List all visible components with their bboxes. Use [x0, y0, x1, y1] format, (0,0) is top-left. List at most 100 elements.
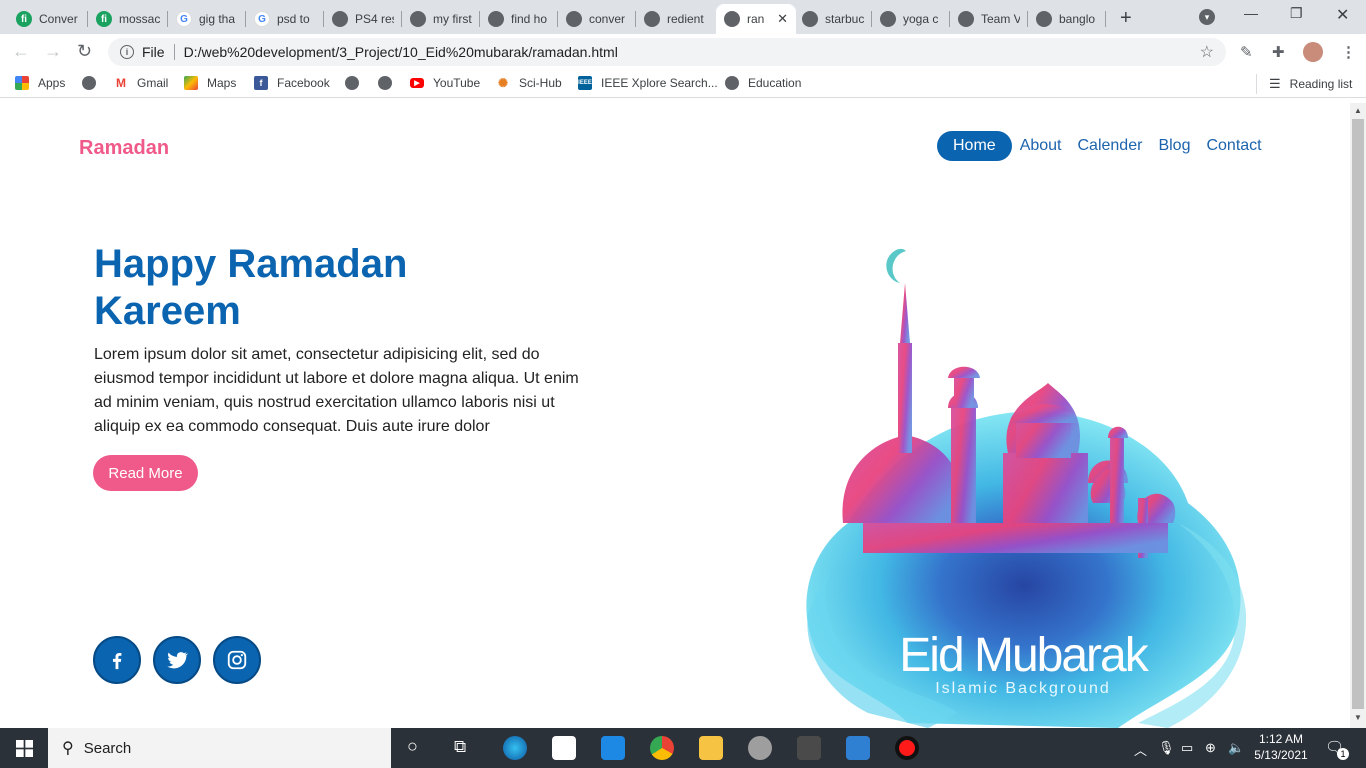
hero-title: Happy Ramadan Kareem: [94, 241, 514, 335]
bookmark-label: Facebook: [277, 76, 330, 90]
bookmark-globe[interactable]: [82, 76, 105, 90]
reading-list-button[interactable]: ☰ Reading list: [1256, 74, 1352, 94]
clock-date: 5/13/2021: [1254, 748, 1308, 762]
minimize-icon[interactable]: —: [1244, 5, 1258, 21]
back-arrow-icon[interactable]: ←: [12, 41, 30, 62]
facebook-icon: [112, 652, 122, 670]
store-icon[interactable]: [552, 736, 576, 760]
nav-blog[interactable]: Blog: [1150, 131, 1198, 161]
bookmarks-bar: Apps M Gmail Maps f Facebook ▶ YouTube ✺…: [0, 70, 1366, 98]
tab-title: my first: [433, 12, 472, 26]
tab-search-icon[interactable]: ▾: [1199, 9, 1215, 25]
battery-icon[interactable]: ▭: [1181, 740, 1193, 756]
brand-logo[interactable]: Ramadan: [79, 137, 169, 160]
nav-home[interactable]: Home: [937, 131, 1012, 161]
info-icon[interactable]: i: [120, 45, 134, 59]
tab-title: Conver: [39, 12, 78, 26]
taskbar-search-box[interactable]: ⚲ Search: [48, 728, 391, 768]
bookmark-ieee[interactable]: IEEE IEEE Xplore Search...: [578, 76, 718, 90]
close-tab-icon[interactable]: ✕: [777, 11, 788, 27]
page-viewport: Ramadan Home About Calender Blog Contact…: [0, 103, 1350, 728]
browser-tab[interactable]: fi mossac: [88, 4, 168, 34]
new-tab-button[interactable]: +: [1120, 7, 1132, 30]
browser-tab[interactable]: conver: [558, 4, 636, 34]
maps-icon: [184, 76, 198, 90]
task-view-icon[interactable]: ⧉: [454, 737, 466, 757]
browser-tab[interactable]: find ho: [480, 4, 558, 34]
microphone-icon[interactable]: 🎙: [1158, 740, 1175, 756]
network-icon[interactable]: ⊕: [1205, 740, 1216, 756]
tab-title: banglo: [1059, 12, 1096, 26]
bookmark-globe[interactable]: [378, 76, 401, 90]
bookmark-facebook[interactable]: f Facebook: [254, 76, 330, 90]
browser-tab[interactable]: my first: [402, 4, 480, 34]
instagram-social-button[interactable]: [213, 636, 261, 684]
bookmark-label: YouTube: [433, 76, 481, 90]
taskbar-search-label: Search: [83, 739, 132, 757]
browser-tab[interactable]: PS4 res: [324, 4, 402, 34]
browser-tab[interactable]: G gig tha: [168, 4, 246, 34]
sublime-text-icon[interactable]: [797, 736, 821, 760]
restore-icon[interactable]: ❐: [1290, 5, 1303, 22]
browser-tab[interactable]: G psd to: [246, 4, 324, 34]
system-clock[interactable]: 1:12 AM 5/13/2021: [1250, 731, 1312, 763]
youtube-icon: ▶: [410, 78, 424, 88]
globe-icon: [566, 11, 582, 27]
tab-title: Team V: [981, 12, 1020, 26]
page-scrollbar[interactable]: ▲ ▼: [1350, 103, 1366, 728]
cortana-icon[interactable]: ○: [407, 736, 418, 757]
file-explorer-icon[interactable]: [699, 736, 723, 760]
browser-tab[interactable]: fi Conver: [8, 4, 88, 34]
browser-tab[interactable]: Team V: [950, 4, 1028, 34]
gmail-icon: M: [114, 76, 128, 90]
bookmark-education[interactable]: Education: [725, 76, 801, 90]
profile-avatar[interactable]: [1303, 42, 1323, 62]
menu-kebab-icon[interactable]: ⋮: [1341, 43, 1356, 61]
browser-tab-active[interactable]: ran ✕: [716, 4, 796, 34]
browser-tab[interactable]: starbuc: [794, 4, 872, 34]
scrollbar-thumb[interactable]: [1352, 119, 1364, 709]
bookmark-gmail[interactable]: M Gmail: [114, 76, 168, 90]
edge-browser-icon[interactable]: [503, 736, 527, 760]
hero-title-line: Kareem: [94, 289, 241, 333]
bookmark-star-icon[interactable]: ☆: [1200, 42, 1214, 62]
mail-icon[interactable]: [601, 736, 625, 760]
bookmark-apps[interactable]: Apps: [15, 76, 65, 90]
browser-tab[interactable]: yoga c: [872, 4, 950, 34]
start-button[interactable]: [0, 728, 48, 768]
globe-icon: [378, 76, 392, 90]
nav-about[interactable]: About: [1012, 131, 1070, 161]
bookmark-maps[interactable]: Maps: [184, 76, 236, 90]
bookmark-youtube[interactable]: ▶ YouTube: [410, 76, 480, 90]
address-url[interactable]: D:/web%20development/3_Project/10_Eid%20…: [184, 44, 618, 60]
bookmark-scihub[interactable]: ✺ Sci-Hub: [496, 76, 562, 90]
volume-icon[interactable]: 🔈: [1228, 740, 1244, 756]
close-window-icon[interactable]: ✕: [1336, 5, 1349, 25]
fiverr-icon: fi: [16, 11, 32, 27]
browser-tab[interactable]: banglo: [1028, 4, 1106, 34]
tab-title: PS4 res: [355, 12, 394, 26]
google-icon: G: [254, 11, 270, 27]
facebook-social-button[interactable]: [93, 636, 141, 684]
extensions-puzzle-icon[interactable]: ✚: [1272, 43, 1285, 61]
photos-icon[interactable]: [846, 736, 870, 760]
nav-contact[interactable]: Contact: [1198, 131, 1269, 161]
scroll-down-arrow-icon[interactable]: ▼: [1354, 713, 1362, 722]
browser-tab[interactable]: redient: [636, 4, 714, 34]
reading-list-label: Reading list: [1289, 77, 1353, 91]
reload-icon[interactable]: ↻: [77, 41, 92, 62]
chrome-icon[interactable]: [650, 736, 674, 760]
bookmark-globe[interactable]: [345, 76, 368, 90]
read-more-button[interactable]: Read More: [93, 455, 198, 491]
address-bar[interactable]: i File D:/web%20development/3_Project/10…: [108, 38, 1226, 66]
show-hidden-icons-chevron-icon[interactable]: ︿: [1134, 740, 1147, 759]
chrome-profile-icon[interactable]: [748, 736, 772, 760]
forward-arrow-icon[interactable]: →: [44, 41, 62, 62]
twitter-social-button[interactable]: [153, 636, 201, 684]
scihub-raven-icon: ✺: [496, 76, 510, 90]
scroll-up-arrow-icon[interactable]: ▲: [1354, 106, 1362, 115]
eyedropper-extension-icon[interactable]: ✎: [1240, 43, 1253, 61]
nav-calender[interactable]: Calender: [1070, 131, 1151, 161]
reading-list-icon: ☰: [1269, 76, 1281, 91]
screen-recorder-icon[interactable]: [895, 736, 919, 760]
